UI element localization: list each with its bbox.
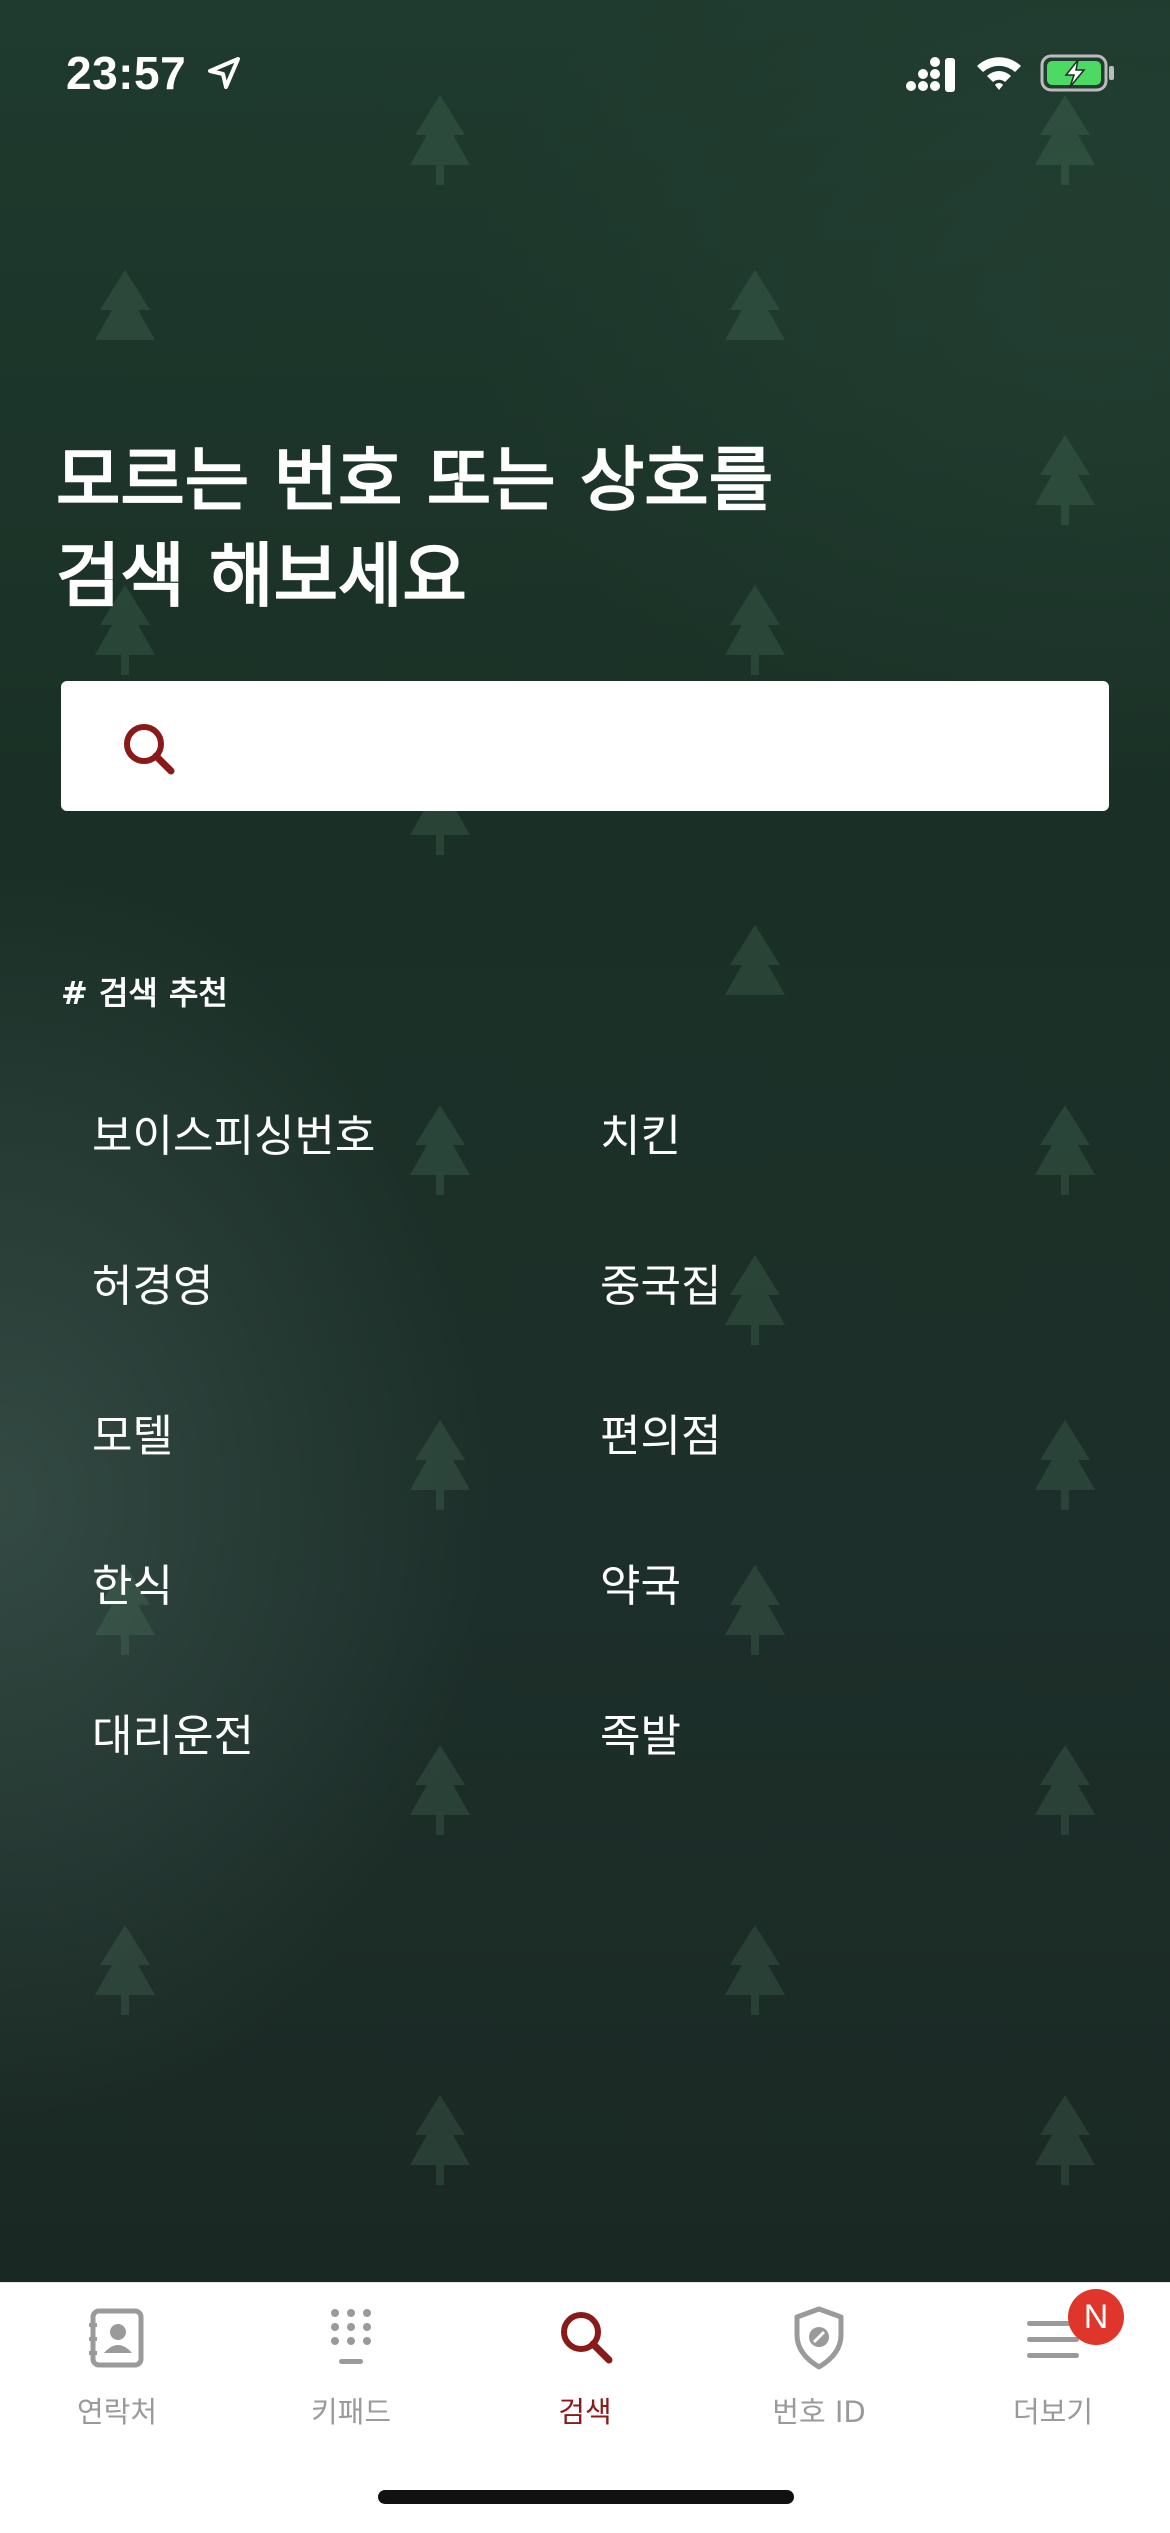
tree-pattern-icon bbox=[720, 265, 790, 365]
shield-icon bbox=[794, 2306, 844, 2370]
keypad-icon bbox=[331, 2309, 371, 2364]
tree-pattern-icon bbox=[720, 1920, 790, 2020]
tab-keypad[interactable]: 키패드 bbox=[234, 2283, 468, 2433]
recommend-item[interactable]: 보이스피싱번호 bbox=[92, 1100, 375, 1164]
search-icon bbox=[124, 724, 175, 775]
tab-contacts-label: 연락처 bbox=[76, 2395, 158, 2429]
recommend-item[interactable]: 중국집 bbox=[600, 1250, 721, 1314]
tree-pattern-icon bbox=[405, 2090, 475, 2190]
tree-pattern-icon bbox=[1030, 1100, 1100, 1200]
recommend-item[interactable]: 편의점 bbox=[600, 1400, 721, 1464]
tree-pattern-icon bbox=[1030, 1740, 1100, 1840]
tree-pattern-icon bbox=[720, 1250, 790, 1350]
home-indicator[interactable] bbox=[378, 2490, 794, 2504]
recommend-item[interactable]: 족발 bbox=[600, 1700, 681, 1764]
battery-charging-icon bbox=[1040, 54, 1114, 92]
new-badge: N bbox=[1068, 2289, 1124, 2345]
search-box[interactable] bbox=[61, 681, 1109, 811]
page-title: 모르는 번호 또는 상호를 검색 해보세요 bbox=[56, 432, 1056, 624]
recommend-item[interactable]: 약국 bbox=[600, 1550, 681, 1614]
tab-more-label: 더보기 bbox=[1012, 2395, 1094, 2429]
tree-pattern-icon bbox=[90, 265, 160, 365]
tree-pattern-icon bbox=[90, 1920, 160, 2020]
search-input[interactable] bbox=[201, 701, 1085, 793]
status-time: 23:57 bbox=[66, 47, 187, 99]
tab-number-id[interactable]: 번호 ID bbox=[702, 2283, 936, 2433]
status-bar: 23:57 bbox=[0, 0, 1170, 150]
tab-search[interactable]: 검색 bbox=[468, 2283, 702, 2433]
tab-more[interactable]: 더보기 bbox=[936, 2283, 1170, 2433]
page-title-line1: 모르는 번호 또는 상호를 bbox=[56, 439, 774, 521]
recommend-item[interactable]: 모텔 bbox=[92, 1400, 173, 1464]
recommend-item[interactable]: 한식 bbox=[92, 1550, 173, 1614]
contacts-icon bbox=[89, 2308, 144, 2368]
tree-pattern-icon bbox=[1030, 2090, 1100, 2190]
tree-pattern-icon bbox=[405, 1100, 475, 1200]
tree-pattern-icon bbox=[720, 920, 790, 1020]
wifi-icon bbox=[977, 57, 1021, 90]
search-icon bbox=[561, 2312, 613, 2364]
tab-keypad-label: 키패드 bbox=[310, 2395, 392, 2429]
location-arrow-icon bbox=[208, 57, 240, 89]
tree-pattern-icon bbox=[720, 1560, 790, 1660]
tree-pattern-icon bbox=[1030, 1415, 1100, 1515]
tab-number-id-label: 번호 ID bbox=[772, 2395, 866, 2429]
recommend-item[interactable]: 대리운전 bbox=[92, 1700, 254, 1764]
tab-contacts[interactable]: 연락처 bbox=[0, 2283, 234, 2433]
tab-search-label: 검색 bbox=[558, 2395, 612, 2429]
recommend-item[interactable]: 허경영 bbox=[92, 1250, 213, 1314]
page-title-line2: 검색 해보세요 bbox=[56, 535, 467, 617]
recommend-title: # 검색 추천 bbox=[61, 974, 228, 1012]
tree-pattern-icon bbox=[405, 1415, 475, 1515]
recommend-item[interactable]: 치킨 bbox=[600, 1100, 681, 1164]
cellular-signal-icon bbox=[906, 57, 955, 92]
tree-pattern-icon bbox=[405, 1740, 475, 1840]
